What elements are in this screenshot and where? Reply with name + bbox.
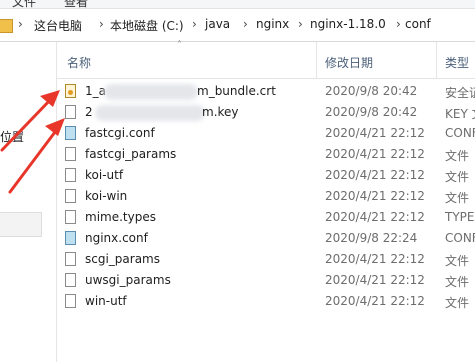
arrowhead xyxy=(45,118,65,136)
arrowhead xyxy=(40,90,60,107)
annotation-arrows xyxy=(0,90,65,194)
annotation-arrow-2 xyxy=(8,126,60,194)
annotation-arrow-1 xyxy=(0,96,54,152)
